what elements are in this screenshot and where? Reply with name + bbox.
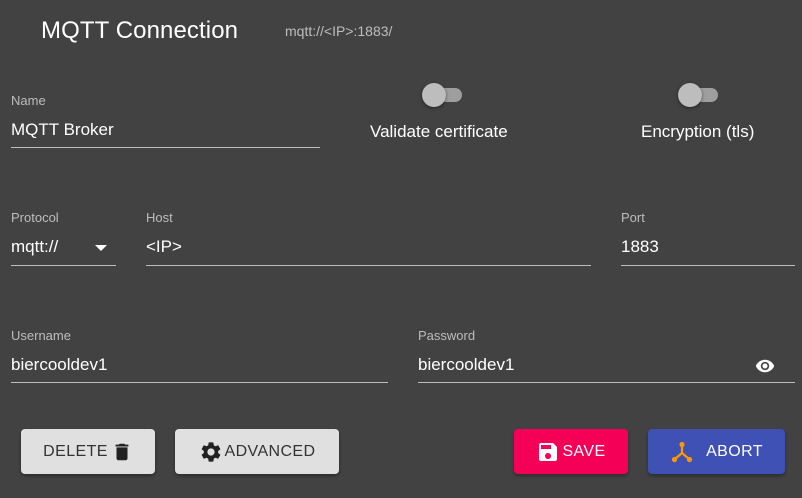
username-label: Username [11,328,71,343]
delete-button[interactable]: DELETE [21,429,155,474]
name-input[interactable]: MQTT Broker [11,120,114,140]
host-field[interactable]: Host <IP> [146,210,591,268]
port-label: Port [621,210,645,225]
username-input[interactable]: biercooldev1 [11,355,107,375]
port-underline [621,265,795,266]
save-button[interactable]: SAVE [514,429,628,474]
protocol-underline [11,265,116,266]
name-label: Name [11,93,46,108]
mqtt-connection-dialog: MQTT Connection mqtt://<IP>:1883/ Name M… [0,0,802,498]
gear-icon [201,441,220,462]
toggle-thumb [422,83,446,107]
encryption-label: Encryption (tls) [641,122,755,141]
port-field[interactable]: Port 1883 [621,210,795,268]
connection-nodes-icon [671,441,693,462]
host-label: Host [146,210,173,225]
floppy-disk-icon [539,442,558,461]
abort-button[interactable]: ABORT [648,429,785,474]
delete-button-label: DELETE [43,442,108,460]
password-underline [418,382,795,383]
eye-icon[interactable] [751,356,779,376]
host-input[interactable]: <IP> [146,237,182,257]
advanced-button[interactable]: ADVANCED [175,429,339,474]
name-underline [11,147,320,148]
abort-button-label: ABORT [706,442,763,460]
validate-certificate-label: Validate certificate [370,122,508,141]
save-button-label: SAVE [562,442,606,460]
validate-certificate-toggle[interactable] [422,82,468,108]
dialog-title: MQTT Connection [41,17,239,44]
trash-icon [115,443,129,460]
protocol-label: Protocol [11,210,59,225]
name-field[interactable]: Name MQTT Broker [11,93,320,149]
protocol-select[interactable]: Protocol mqtt:// [11,210,116,268]
password-label: Password [418,328,476,343]
connection-url: mqtt://<IP>:1883/ [285,23,393,39]
chevron-down-icon[interactable] [95,245,107,251]
toggle-thumb [678,83,702,107]
advanced-button-label: ADVANCED [224,442,316,460]
protocol-value: mqtt:// [11,237,59,256]
port-input[interactable]: 1883 [621,237,659,257]
password-input[interactable]: biercooldev1 [418,355,514,375]
username-underline [11,382,388,383]
host-underline [146,265,591,266]
encryption-toggle[interactable] [678,82,724,108]
password-field[interactable]: Password biercooldev1 [418,328,795,384]
username-field[interactable]: Username biercooldev1 [11,328,388,384]
